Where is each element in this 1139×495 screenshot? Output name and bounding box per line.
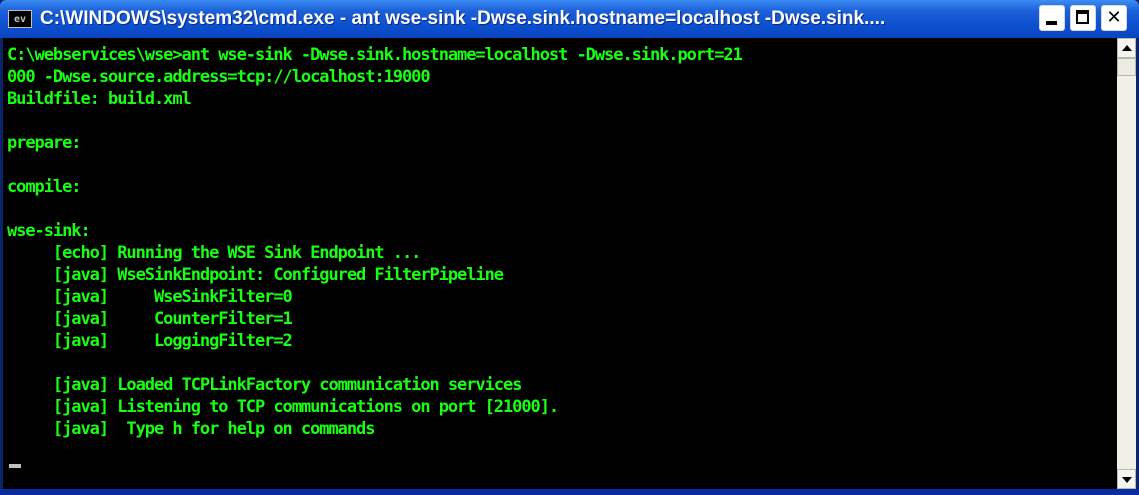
console-line: wse-sink: [7,221,91,241]
cmd-window: ev C:\WINDOWS\system32\cmd.exe - ant wse… [0,0,1139,495]
window-bottom-border [0,489,1139,495]
console-line: [echo] Running the WSE Sink Endpoint ... [7,243,421,263]
console-line: [java] Type h for help on commands [7,419,376,439]
console-line: prepare: [7,133,82,153]
maximize-button[interactable] [1070,5,1096,31]
minimize-button[interactable] [1039,5,1065,31]
minimize-icon [1046,21,1057,25]
scroll-up-button[interactable] [1117,38,1136,58]
console-app-icon[interactable]: ev [8,10,32,28]
console-line: 000 -Dwse.source.address=tcp://localhost… [7,67,431,87]
vertical-scrollbar[interactable] [1117,38,1136,489]
scroll-down-button[interactable] [1117,469,1136,489]
console-line: [java] WseSinkFilter=0 [7,287,293,307]
maximize-icon [1076,10,1089,24]
console-line: [java] CounterFilter=1 [7,309,293,329]
close-button[interactable]: ✕ [1101,5,1127,31]
console-line: compile: [7,177,82,197]
window-title: C:\WINDOWS\system32\cmd.exe - ant wse-si… [40,8,886,29]
console-output[interactable]: C:\webservices\wse>ant wse-sink -Dwse.si… [3,38,1117,489]
close-icon: ✕ [1106,7,1122,28]
console-line: C:\webservices\wse>ant wse-sink -Dwse.si… [7,45,743,65]
console-line: [java] LoggingFilter=2 [7,331,293,351]
text-cursor [9,464,21,468]
console-line: Buildfile: build.xml [7,89,192,109]
title-bar[interactable]: ev C:\WINDOWS\system32\cmd.exe - ant wse… [0,0,1139,38]
console-line: [java] WseSinkEndpoint: Configured Filte… [7,265,504,285]
console-line: [java] Loaded TCPLinkFactory communicati… [7,375,522,395]
scrollbar-thumb[interactable] [1117,58,1136,76]
console-line: [java] Listening to TCP communications o… [7,397,559,417]
